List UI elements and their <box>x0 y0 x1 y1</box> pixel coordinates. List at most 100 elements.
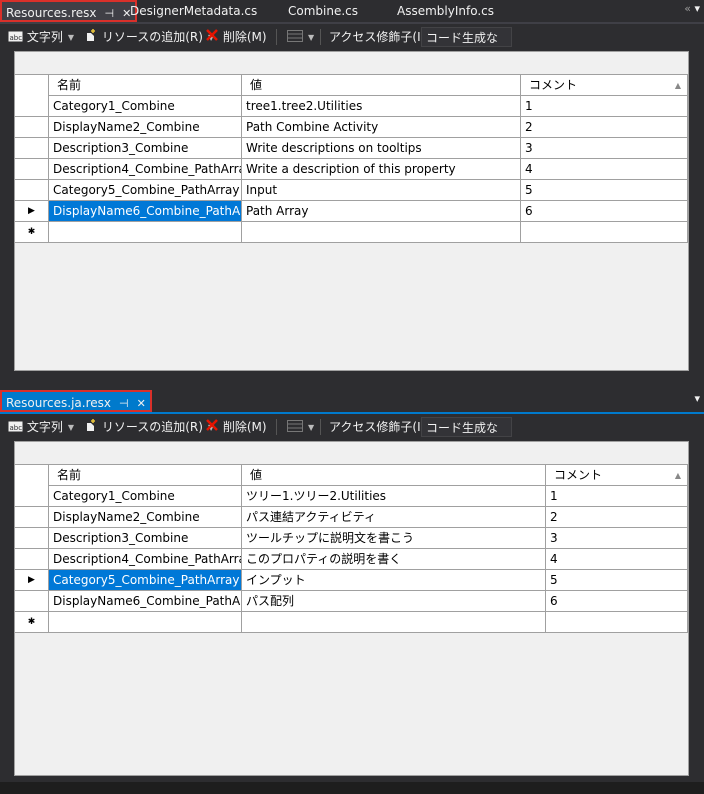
tab-resources-resx[interactable]: Resources.resx ⊣ ✕ <box>0 0 138 22</box>
value-cell[interactable]: Input <box>242 180 521 200</box>
name-cell[interactable]: Description3_Combine <box>49 528 242 548</box>
tab-designer-metadata[interactable]: DesignerMetadata.cs <box>130 0 257 22</box>
comment-cell[interactable]: 5 <box>546 570 688 590</box>
tab-assemblyinfo-cs[interactable]: AssemblyInfo.cs <box>397 0 494 22</box>
access-modifier-select[interactable]: コード生成なし▼ <box>421 27 512 65</box>
comment-cell[interactable]: 1 <box>521 96 688 116</box>
tab-combine-cs[interactable]: Combine.cs <box>288 0 358 22</box>
name-cell[interactable]: Description3_Combine <box>49 138 242 158</box>
grid-corner[interactable] <box>15 75 49 96</box>
name-cell[interactable]: Description4_Combine_PathArray <box>49 159 242 179</box>
value-cell[interactable]: ツリー1.ツリー2.Utilities <box>242 486 546 506</box>
table-row[interactable]: Category1_Combine ツリー1.ツリー2.Utilities 1 <box>15 486 688 507</box>
new-row-cell[interactable] <box>242 612 546 632</box>
comment-cell[interactable]: 2 <box>521 117 688 137</box>
name-cell[interactable]: Category5_Combine_PathArray <box>49 570 242 590</box>
scroll-up-icon[interactable]: ▲ <box>675 465 681 486</box>
comment-column-header[interactable]: コメント ▲ <box>521 75 688 96</box>
strings-dropdown-button[interactable]: abc 文字列 ▼ <box>8 418 74 436</box>
row-header[interactable] <box>15 528 49 548</box>
scroll-left-icon[interactable]: « <box>684 2 691 15</box>
grid-corner[interactable] <box>15 465 49 486</box>
current-row-arrow-icon[interactable]: ▶ <box>15 201 49 221</box>
row-header[interactable] <box>15 138 49 158</box>
add-resource-button[interactable]: リソースの追加(R)▼ <box>84 418 214 436</box>
value-cell[interactable]: インプット <box>242 570 546 590</box>
name-cell[interactable]: DisplayName6_Combine_PathArray <box>49 201 242 221</box>
table-row[interactable]: Description3_Combine ツールチップに説明文を書こう 3 <box>15 528 688 549</box>
tab-resources-ja-resx[interactable]: Resources.ja.resx ⊣ ✕ <box>0 390 152 412</box>
name-cell[interactable]: Category5_Combine_PathArray <box>49 180 242 200</box>
value-cell[interactable]: ツールチップに説明文を書こう <box>242 528 546 548</box>
access-modifier-select[interactable]: コード生成なし▼ <box>421 417 512 455</box>
new-row[interactable]: ✱ <box>15 222 688 243</box>
name-column-header[interactable]: 名前 <box>49 75 242 96</box>
name-cell[interactable]: Category1_Combine <box>49 96 242 116</box>
comment-cell[interactable]: 6 <box>546 591 688 611</box>
row-header[interactable] <box>15 549 49 569</box>
row-header[interactable] <box>15 117 49 137</box>
value-cell[interactable]: Write a description of this property <box>242 159 521 179</box>
table-row[interactable]: Description3_Combine Write descriptions o… <box>15 138 688 159</box>
value-cell[interactable]: Write descriptions on tooltips <box>242 138 521 158</box>
table-row[interactable]: ▶ Category5_Combine_PathArray インプット 5 <box>15 570 688 591</box>
new-row-asterisk-icon[interactable]: ✱ <box>15 612 49 632</box>
row-header[interactable] <box>15 507 49 527</box>
row-header[interactable] <box>15 180 49 200</box>
value-cell[interactable]: Path Array <box>242 201 521 221</box>
tab-overflow[interactable]: « ▾ <box>684 2 700 15</box>
comment-cell[interactable]: 1 <box>546 486 688 506</box>
value-column-header[interactable]: 値 <box>242 75 521 96</box>
row-header[interactable] <box>15 96 49 116</box>
value-cell[interactable]: このプロパティの説明を書く <box>242 549 546 569</box>
new-row-cell[interactable] <box>242 222 521 242</box>
comment-cell[interactable]: 5 <box>521 180 688 200</box>
table-row[interactable]: Category1_Combine tree1.tree2.Utilities 1 <box>15 96 688 117</box>
dropdown-icon[interactable]: ▾ <box>694 2 700 15</box>
name-cell[interactable]: Description4_Combine_PathArray <box>49 549 242 569</box>
comment-cell[interactable]: 3 <box>546 528 688 548</box>
table-row[interactable]: DisplayName2_Combine Path Combine Activit… <box>15 117 688 138</box>
new-row-cell[interactable] <box>49 222 242 242</box>
comment-cell[interactable]: 4 <box>546 549 688 569</box>
current-row-arrow-icon[interactable]: ▶ <box>15 570 49 590</box>
new-row-cell[interactable] <box>546 612 688 632</box>
name-column-header[interactable]: 名前 <box>49 465 242 486</box>
row-header[interactable] <box>15 486 49 506</box>
new-row[interactable]: ✱ <box>15 612 688 633</box>
strings-dropdown-button[interactable]: abc 文字列 ▼ <box>8 28 74 46</box>
tab-overflow[interactable]: ▾ <box>694 392 700 405</box>
table-row[interactable]: Description4_Combine_PathArray Write a de… <box>15 159 688 180</box>
new-row-cell[interactable] <box>521 222 688 242</box>
name-cell[interactable]: DisplayName2_Combine <box>49 117 242 137</box>
table-row[interactable]: DisplayName6_Combine_PathArrayパス配列6 <box>15 591 688 612</box>
value-cell[interactable]: Path Combine Activity <box>242 117 521 137</box>
scroll-up-icon[interactable]: ▲ <box>675 75 681 96</box>
comment-cell[interactable]: 6 <box>521 201 688 221</box>
value-cell[interactable]: パス配列 <box>242 591 546 611</box>
delete-button[interactable]: 削除(M) <box>205 28 267 46</box>
dropdown-icon[interactable]: ▾ <box>694 392 700 405</box>
new-row-asterisk-icon[interactable]: ✱ <box>15 222 49 242</box>
table-row[interactable]: DisplayName2_Combine パス連結アクティビティ 2 <box>15 507 688 528</box>
view-dropdown-button[interactable]: ▼ <box>287 28 314 46</box>
value-column-header[interactable]: 値 <box>242 465 546 486</box>
add-resource-button[interactable]: リソースの追加(R)▼ <box>84 28 214 46</box>
name-cell[interactable]: Category1_Combine <box>49 486 242 506</box>
comment-column-header[interactable]: コメント ▲ <box>546 465 688 486</box>
row-header[interactable] <box>15 591 49 611</box>
name-cell[interactable]: DisplayName2_Combine <box>49 507 242 527</box>
comment-cell[interactable]: 4 <box>521 159 688 179</box>
comment-cell[interactable]: 3 <box>521 138 688 158</box>
value-cell[interactable]: tree1.tree2.Utilities <box>242 96 521 116</box>
row-header[interactable] <box>15 159 49 179</box>
table-row[interactable]: Description4_Combine_PathArray このプロパティの説明… <box>15 549 688 570</box>
table-row[interactable]: ▶DisplayName6_Combine_PathArrayPath Arra… <box>15 201 688 222</box>
comment-cell[interactable]: 2 <box>546 507 688 527</box>
view-dropdown-button[interactable]: ▼ <box>287 418 314 436</box>
table-row[interactable]: Category5_Combine_PathArray Input 5 <box>15 180 688 201</box>
delete-button[interactable]: 削除(M) <box>205 418 267 436</box>
new-row-cell[interactable] <box>49 612 242 632</box>
value-cell[interactable]: パス連結アクティビティ <box>242 507 546 527</box>
name-cell[interactable]: DisplayName6_Combine_PathArray <box>49 591 242 611</box>
